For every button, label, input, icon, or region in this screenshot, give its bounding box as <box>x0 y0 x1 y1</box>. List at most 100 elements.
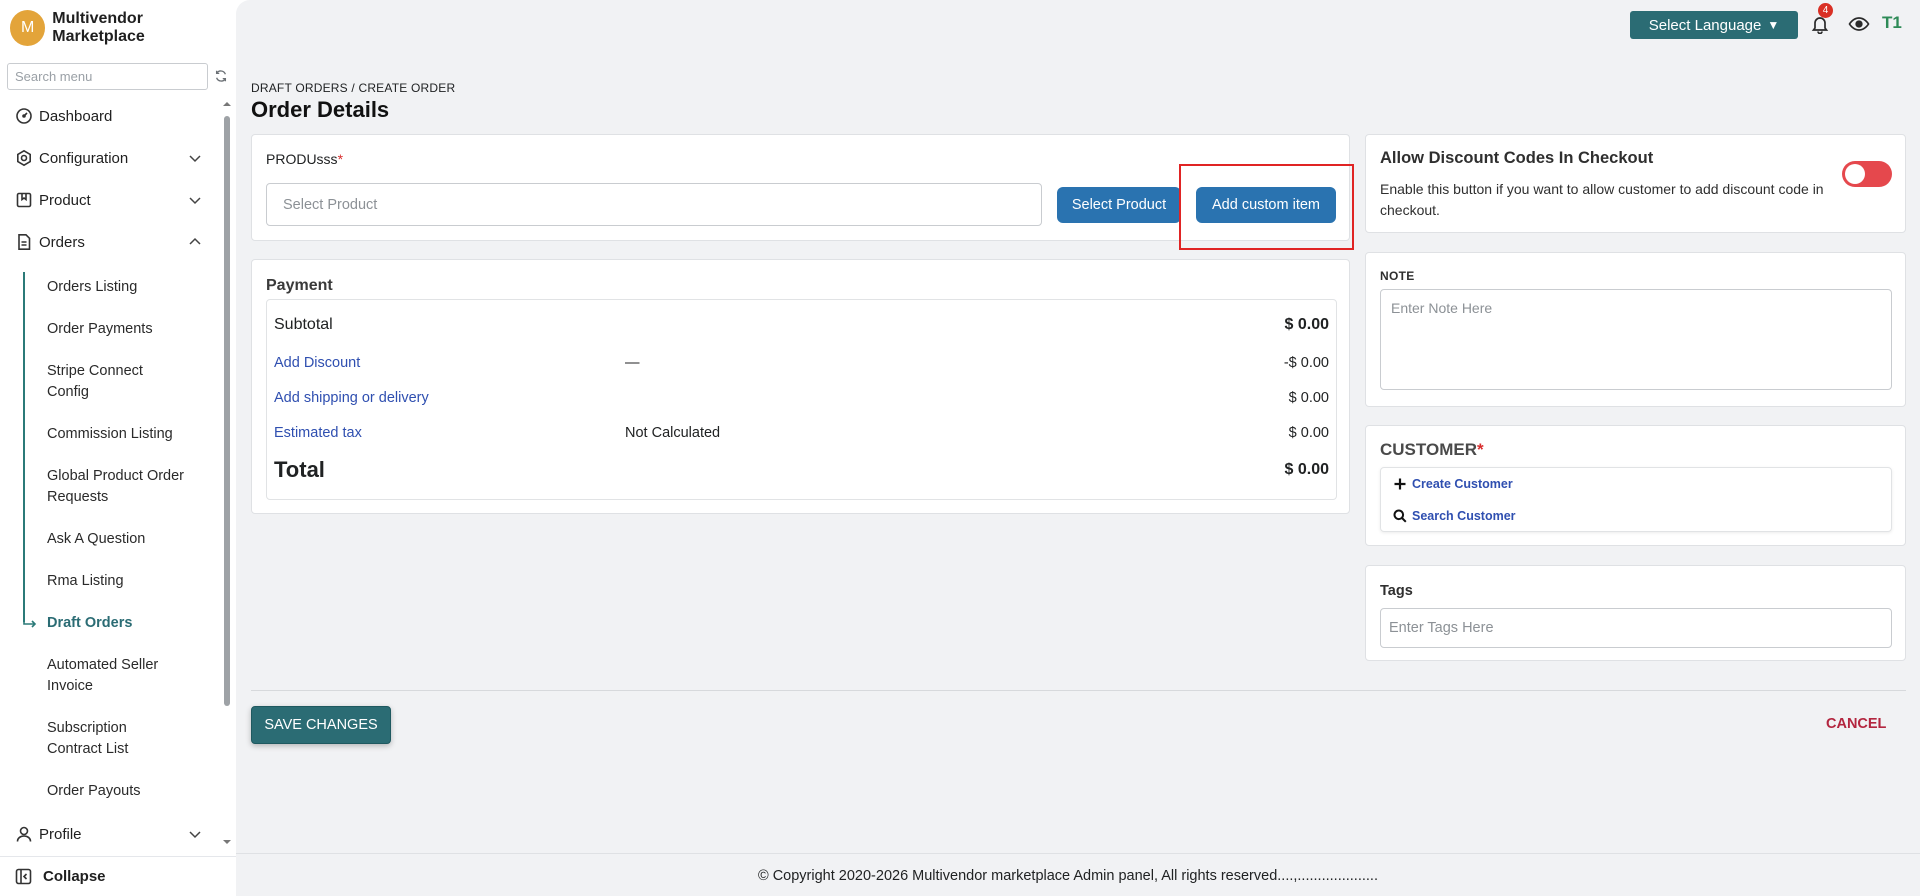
dashboard-icon <box>16 108 32 124</box>
chevron-down-icon <box>189 155 201 163</box>
submenu-tree-line <box>23 272 25 622</box>
language-select-label: Select Language <box>1648 16 1762 34</box>
create-customer-option[interactable]: Create Customer <box>1393 477 1513 491</box>
required-mark: * <box>337 151 344 167</box>
user-icon <box>16 826 32 842</box>
save-changes-button[interactable]: SAVE CHANGES <box>251 706 391 744</box>
tags-input[interactable] <box>1380 608 1892 648</box>
submenu-item-rma-listing[interactable]: Rma Listing <box>47 571 217 592</box>
submenu-item-global-product-order-requests[interactable]: Global Product Order Requests <box>47 466 217 508</box>
sidebar-item-label: Orders <box>39 233 85 251</box>
select-product-input[interactable] <box>266 183 1042 226</box>
search-icon <box>1393 509 1407 523</box>
sidebar: M Multivendor Marketplace Dashboard Conf… <box>0 0 236 896</box>
scroll-down-arrow-icon[interactable] <box>223 838 231 846</box>
sidebar-item-label: Configuration <box>39 149 129 167</box>
customer-title: CUSTOMER* <box>1380 440 1484 460</box>
discount-codes-description: Enable this button if you want to allow … <box>1380 181 1824 218</box>
orders-icon <box>18 234 31 250</box>
sidebar-item-label: Product <box>39 191 91 209</box>
discount-codes-card: Allow Discount Codes In Checkout Enable … <box>1365 134 1906 233</box>
tags-label: Tags <box>1380 583 1413 599</box>
sidebar-item-product[interactable]: Product <box>0 182 220 218</box>
estimated-tax-link[interactable]: Estimated tax <box>274 425 362 441</box>
cancel-button[interactable]: CANCEL <box>1826 716 1886 732</box>
sidebar-item-label: Dashboard <box>39 107 113 125</box>
chevron-up-icon <box>189 237 201 245</box>
submenu-item-order-payouts[interactable]: Order Payouts <box>47 781 217 802</box>
search-customer-label: Search Customer <box>1412 509 1516 523</box>
submenu-item-orders-listing[interactable]: Orders Listing <box>47 277 217 298</box>
toggle-knob <box>1845 164 1865 184</box>
total-value: $ 0.00 <box>1284 461 1329 478</box>
select-product-button[interactable]: Select Product <box>1057 187 1181 223</box>
chevron-down-icon <box>189 831 201 839</box>
scrollbar-thumb[interactable] <box>224 116 230 706</box>
eye-icon[interactable] <box>1848 14 1870 34</box>
note-textarea[interactable] <box>1380 289 1892 390</box>
total-label: Total <box>274 457 325 482</box>
required-mark: * <box>1476 440 1484 459</box>
shipping-value: $ 0.00 <box>1288 390 1329 406</box>
collapse-sidebar-icon <box>15 868 32 885</box>
sidebar-item-label: Profile <box>39 825 82 843</box>
submenu-item-commission-listing[interactable]: Commission Listing <box>47 424 217 445</box>
menu-search <box>7 63 208 90</box>
subtotal-value: $ 0.00 <box>1284 316 1329 333</box>
plus-icon <box>1394 478 1406 490</box>
tax-value: $ 0.00 <box>1288 425 1329 441</box>
subtotal-label: Subtotal <box>274 316 333 333</box>
submenu-active-arrow-icon <box>23 615 37 628</box>
sidebar-item-profile[interactable]: Profile <box>0 816 220 852</box>
sidebar-item-dashboard[interactable]: Dashboard <box>0 98 220 134</box>
tags-card: Tags <box>1365 565 1906 661</box>
add-discount-link[interactable]: Add Discount <box>274 355 360 371</box>
discount-value: -$ 0.00 <box>1283 355 1329 371</box>
sidebar-scrollbar[interactable] <box>223 100 231 844</box>
sidebar-collapse-button[interactable]: Collapse <box>0 856 236 896</box>
customer-options: Create Customer Search Customer <box>1380 467 1892 532</box>
actions-divider <box>251 690 1906 691</box>
caret-down-icon: ▼ <box>1767 18 1780 32</box>
chevron-down-icon <box>189 197 201 205</box>
product-icon <box>16 192 32 208</box>
page-title: Order Details <box>251 97 390 122</box>
submenu-item-subscription-contract-list[interactable]: Subscription Contract List <box>47 718 167 760</box>
submenu-item-order-payments[interactable]: Order Payments <box>47 319 217 340</box>
submenu-item-draft-orders[interactable]: Draft Orders <box>47 613 217 634</box>
submenu-item-ask-a-question[interactable]: Ask A Question <box>47 529 217 550</box>
products-label-text: PRODUsss <box>266 151 338 167</box>
search-customer-option[interactable]: Search Customer <box>1393 509 1516 523</box>
tax-detail: Not Calculated <box>625 425 721 441</box>
breadcrumb: DRAFT ORDERS / CREATE ORDER <box>251 81 456 95</box>
copyright-text: © Copyright 2020-2026 Multivendor market… <box>758 868 1378 884</box>
discount-codes-toggle[interactable] <box>1842 161 1892 187</box>
create-customer-label: Create Customer <box>1412 477 1513 491</box>
scroll-up-arrow-icon[interactable] <box>223 100 231 108</box>
submenu-item-stripe-connect-config[interactable]: Stripe Connect Config <box>47 361 177 403</box>
products-label: PRODUsss* <box>266 151 343 167</box>
notification-badge: 4 <box>1818 3 1833 18</box>
highlight-annotation-box <box>1179 164 1354 250</box>
menu-search-input[interactable] <box>8 64 207 89</box>
language-select[interactable]: Select Language ▼ <box>1630 11 1798 39</box>
sidebar-item-configuration[interactable]: Configuration <box>0 140 220 176</box>
note-card: NOTE <box>1365 252 1906 407</box>
add-shipping-link[interactable]: Add shipping or delivery <box>274 390 429 406</box>
collapse-label: Collapse <box>43 868 106 885</box>
brand[interactable]: M Multivendor Marketplace <box>10 10 236 46</box>
brand-name: Multivendor Marketplace <box>52 10 145 45</box>
user-avatar[interactable]: T1 <box>1882 13 1902 33</box>
gear-icon <box>17 149 31 167</box>
footer: © Copyright 2020-2026 Multivendor market… <box>236 853 1920 896</box>
customer-title-text: CUSTOMER <box>1380 440 1477 459</box>
discount-detail: — <box>625 355 640 371</box>
discount-codes-title: Allow Discount Codes In Checkout <box>1380 149 1654 167</box>
sidebar-item-orders[interactable]: Orders <box>0 224 220 260</box>
refresh-icon[interactable] <box>214 69 228 83</box>
brand-logo: M <box>10 10 46 46</box>
note-label: NOTE <box>1380 269 1415 283</box>
payment-card: Payment Subtotal $ 0.00 Add Discount — -… <box>251 259 1350 514</box>
submenu-item-automated-seller-invoice[interactable]: Automated Seller Invoice <box>47 655 187 697</box>
payment-title: Payment <box>266 277 333 294</box>
